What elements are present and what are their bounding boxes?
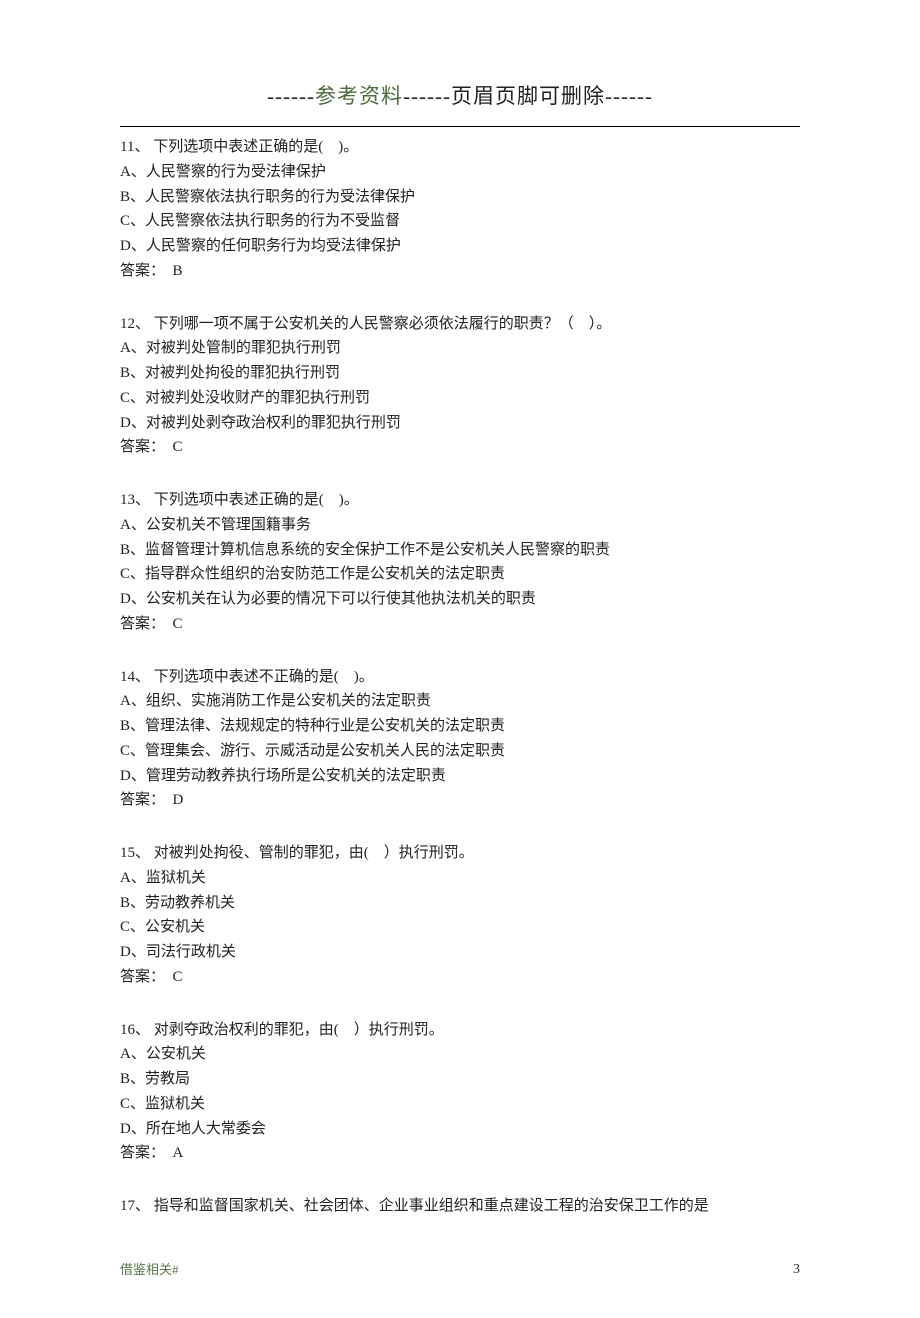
question-option: D、司法行政机关 [120, 940, 800, 965]
question-answer: 答案： A [120, 1141, 800, 1166]
header-dash-mid: ------ [403, 84, 451, 108]
question-answer: 答案： B [120, 259, 800, 284]
page-footer: 借鉴相关# 3 [120, 1259, 800, 1278]
question-number: 15、 [120, 845, 150, 861]
question-block: 16、 对剥夺政治权利的罪犯，由( ）执行刑罚。A、公安机关B、劳教局C、监狱机… [120, 1018, 800, 1167]
question-option: C、监狱机关 [120, 1092, 800, 1117]
question-option: A、监狱机关 [120, 866, 800, 891]
question-stem: 17、 指导和监督国家机关、社会团体、企业事业组织和重点建设工程的治安保卫工作的… [120, 1194, 800, 1219]
question-option: B、对被判处拘役的罪犯执行刑罚 [120, 361, 800, 386]
header-dash-prefix: ------ [267, 84, 315, 108]
question-answer: 答案： D [120, 788, 800, 813]
question-option: C、公安机关 [120, 915, 800, 940]
question-option: B、人民警察依法执行职务的行为受法律保护 [120, 185, 800, 210]
question-number: 14、 [120, 669, 150, 685]
question-option: D、管理劳动教养执行场所是公安机关的法定职责 [120, 764, 800, 789]
question-number: 11、 [120, 139, 149, 155]
question-stem-text: 下列选项中表述正确的是( )。 [149, 139, 358, 155]
question-block: 13、 下列选项中表述正确的是( )。A、公安机关不管理国籍事务B、监督管理计算… [120, 488, 800, 637]
question-option: A、公安机关不管理国籍事务 [120, 513, 800, 538]
question-option: A、公安机关 [120, 1042, 800, 1067]
question-number: 13、 [120, 492, 150, 508]
question-stem: 13、 下列选项中表述正确的是( )。 [120, 488, 800, 513]
footer-page-number: 3 [793, 1262, 800, 1278]
page-header-note: ------参考资料------页眉页脚可删除------ [120, 80, 800, 110]
header-rule [120, 126, 800, 127]
question-number: 12、 [120, 316, 150, 332]
question-number: 17、 [120, 1198, 150, 1214]
question-option: D、对被判处剥夺政治权利的罪犯执行刑罚 [120, 411, 800, 436]
question-option: A、人民警察的行为受法律保护 [120, 160, 800, 185]
question-stem-text: 指导和监督国家机关、社会团体、企业事业组织和重点建设工程的治安保卫工作的是 [150, 1198, 709, 1214]
question-stem: 15、 对被判处拘役、管制的罪犯，由( ）执行刑罚。 [120, 841, 800, 866]
question-stem-text: 下列选项中表述正确的是( )。 [150, 492, 359, 508]
question-stem-text: 对被判处拘役、管制的罪犯，由( ）执行刑罚。 [150, 845, 474, 861]
header-ref-text: 参考资料 [315, 84, 403, 108]
question-stem: 12、 下列哪一项不属于公安机关的人民警察必须依法履行的职责？（ ）。 [120, 312, 800, 337]
question-option: D、所在地人大常委会 [120, 1117, 800, 1142]
question-option: D、公安机关在认为必要的情况下可以行使其他执法机关的职责 [120, 587, 800, 612]
header-dash-suffix: ------ [605, 84, 653, 108]
question-option: C、管理集会、游行、示威活动是公安机关人民的法定职责 [120, 739, 800, 764]
question-option: B、劳动教养机关 [120, 891, 800, 916]
question-option: C、人民警察依法执行职务的行为不受监督 [120, 209, 800, 234]
question-block: 12、 下列哪一项不属于公安机关的人民警察必须依法履行的职责？（ ）。A、对被判… [120, 312, 800, 461]
question-option: C、指导群众性组织的治安防范工作是公安机关的法定职责 [120, 562, 800, 587]
question-option: B、管理法律、法规规定的特种行业是公安机关的法定职责 [120, 714, 800, 739]
question-number: 16、 [120, 1022, 150, 1038]
question-block: 17、 指导和监督国家机关、社会团体、企业事业组织和重点建设工程的治安保卫工作的… [120, 1194, 800, 1219]
footer-left-text: 借鉴相关# [120, 1259, 179, 1278]
question-option: A、对被判处管制的罪犯执行刑罚 [120, 336, 800, 361]
question-option: A、组织、实施消防工作是公安机关的法定职责 [120, 689, 800, 714]
question-block: 15、 对被判处拘役、管制的罪犯，由( ）执行刑罚。A、监狱机关B、劳动教养机关… [120, 841, 800, 990]
question-stem: 11、 下列选项中表述正确的是( )。 [120, 135, 800, 160]
question-stem: 16、 对剥夺政治权利的罪犯，由( ）执行刑罚。 [120, 1018, 800, 1043]
question-stem-text: 下列选项中表述不正确的是( )。 [150, 669, 374, 685]
question-option: B、劳教局 [120, 1067, 800, 1092]
question-stem-text: 下列哪一项不属于公安机关的人民警察必须依法履行的职责？（ ）。 [150, 316, 611, 332]
document-content: 11、 下列选项中表述正确的是( )。A、人民警察的行为受法律保护B、人民警察依… [120, 135, 800, 1219]
question-block: 11、 下列选项中表述正确的是( )。A、人民警察的行为受法律保护B、人民警察依… [120, 135, 800, 284]
question-answer: 答案： C [120, 612, 800, 637]
header-suffix-text: 页眉页脚可删除 [451, 84, 605, 108]
question-stem-text: 对剥夺政治权利的罪犯，由( ）执行刑罚。 [150, 1022, 444, 1038]
question-answer: 答案： C [120, 435, 800, 460]
question-block: 14、 下列选项中表述不正确的是( )。A、组织、实施消防工作是公安机关的法定职… [120, 665, 800, 814]
question-option: C、对被判处没收财产的罪犯执行刑罚 [120, 386, 800, 411]
question-stem: 14、 下列选项中表述不正确的是( )。 [120, 665, 800, 690]
question-option: D、人民警察的任何职务行为均受法律保护 [120, 234, 800, 259]
question-answer: 答案： C [120, 965, 800, 990]
question-option: B、监督管理计算机信息系统的安全保护工作不是公安机关人民警察的职责 [120, 538, 800, 563]
